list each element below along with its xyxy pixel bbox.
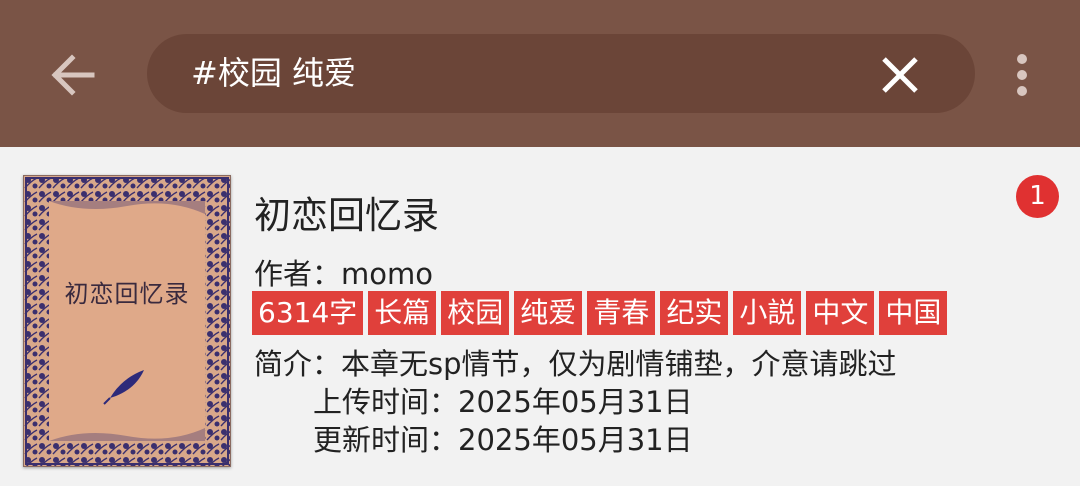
close-icon xyxy=(882,57,918,93)
tag-youth[interactable]: 青春 xyxy=(587,291,656,335)
intro-label: 简介： xyxy=(254,347,342,381)
author-line: 作者：momo xyxy=(254,251,433,293)
intro-text: 本章无sp情节，仅为剧情铺垫，介意请跳过 xyxy=(341,347,897,381)
book-list-item[interactable]: 初恋回忆录 初恋回忆录 1 作者：momo 6314字 长篇 校园 纯爱 青春 … xyxy=(0,147,1080,486)
tag-word-count[interactable]: 6314字 xyxy=(252,291,364,335)
book-title[interactable]: 初恋回忆录 xyxy=(254,185,439,239)
author-name[interactable]: momo xyxy=(341,257,433,291)
update-date: 2025年05月31日 xyxy=(458,423,693,457)
cover-artwork xyxy=(24,176,230,466)
arrow-left-icon xyxy=(51,54,95,96)
upload-label: 上传时间： xyxy=(313,385,459,419)
update-time: 更新时间：2025年05月31日 xyxy=(313,417,693,459)
book-cover[interactable]: 初恋回忆录 xyxy=(23,175,231,467)
clear-search-button[interactable] xyxy=(875,50,925,100)
search-field[interactable]: #校园 纯爱 xyxy=(147,34,975,113)
tag-documentary[interactable]: 纪实 xyxy=(660,291,729,335)
back-button[interactable] xyxy=(44,46,102,104)
upload-date: 2025年05月31日 xyxy=(458,385,693,419)
book-intro: 简介：本章无sp情节，仅为剧情铺垫，介意请跳过 xyxy=(254,341,897,383)
app-toolbar: #校园 纯爱 xyxy=(0,0,1080,147)
tag-novel[interactable]: 小説 xyxy=(733,291,802,335)
tag-list: 6314字 长篇 校园 纯爱 青春 纪实 小説 中文 中国 xyxy=(252,291,948,335)
update-label: 更新时间： xyxy=(313,423,459,457)
tag-campus[interactable]: 校园 xyxy=(441,291,510,335)
author-label: 作者： xyxy=(254,257,342,291)
tag-long[interactable]: 长篇 xyxy=(368,291,437,335)
more-options-button[interactable] xyxy=(1002,47,1042,103)
cover-title: 初恋回忆录 xyxy=(64,280,190,308)
notification-badge: 1 xyxy=(1016,175,1059,218)
search-query-text[interactable]: #校园 纯爱 xyxy=(191,34,356,113)
upload-time: 上传时间：2025年05月31日 xyxy=(313,379,693,421)
tag-pure-love[interactable]: 纯爱 xyxy=(514,291,583,335)
more-vertical-icon xyxy=(1017,54,1027,96)
tag-china[interactable]: 中国 xyxy=(879,291,948,335)
tag-chinese[interactable]: 中文 xyxy=(806,291,875,335)
